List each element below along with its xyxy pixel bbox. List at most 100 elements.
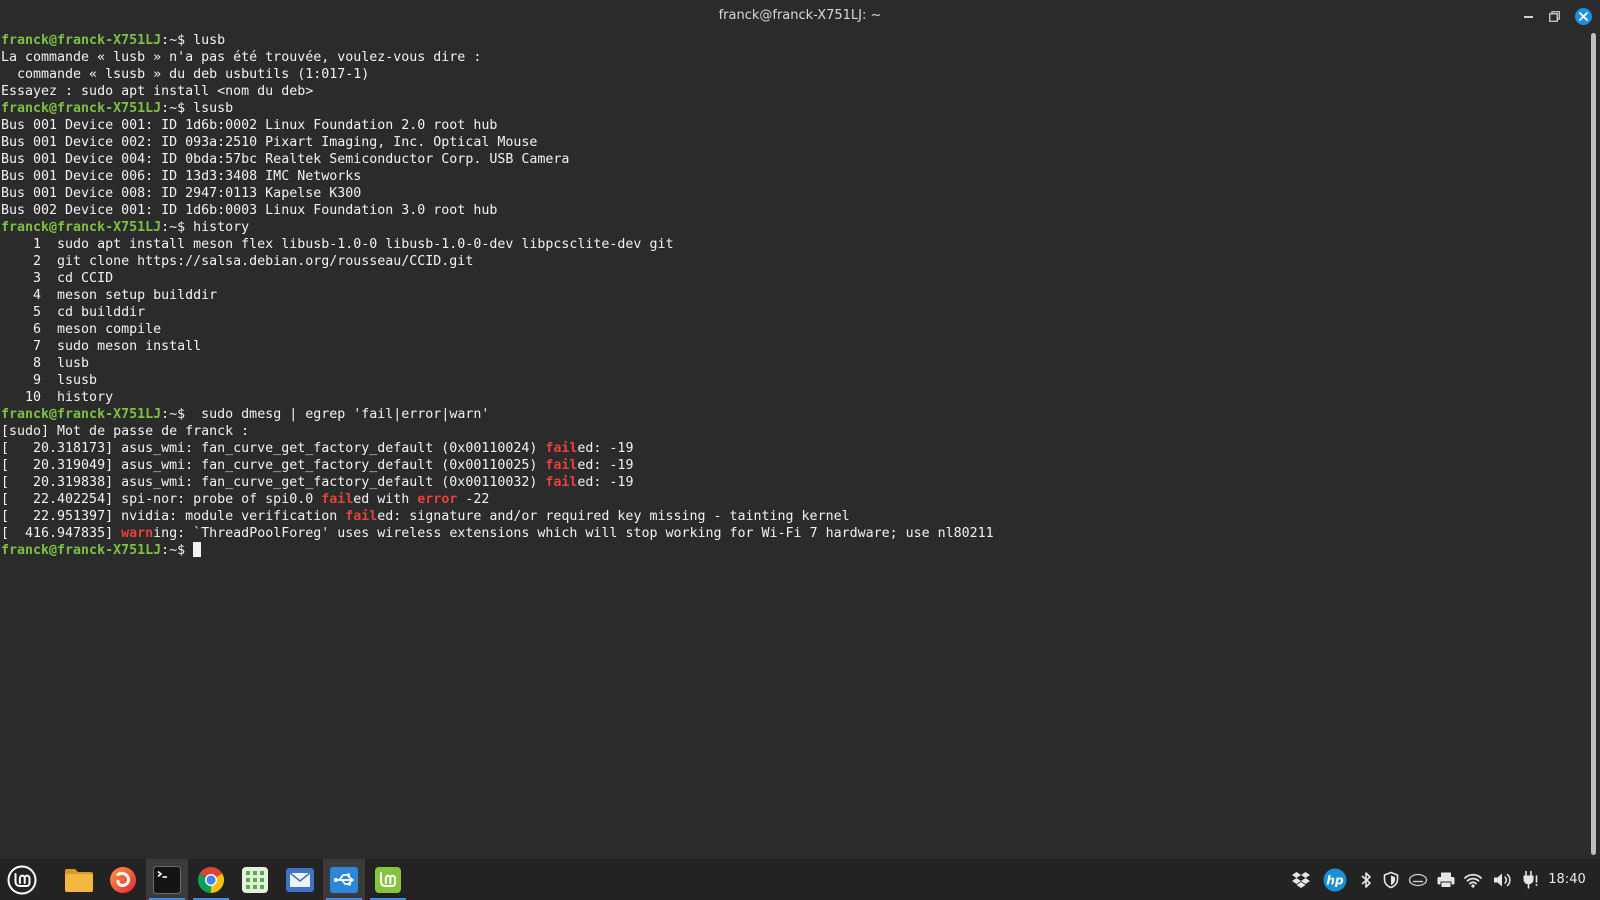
intel-icon bbox=[1408, 873, 1428, 886]
output-line: [ 22.951397] nvidia: module verification… bbox=[1, 508, 1584, 525]
prompt-line: franck@franck-X751LJ:~$ bbox=[1, 542, 1584, 559]
output-text: Essayez : sudo apt install <nom du deb> bbox=[1, 84, 314, 99]
output-line: 8 lusb bbox=[1, 355, 1584, 372]
match-highlight: fail bbox=[321, 492, 354, 507]
output-line: Bus 001 Device 006: ID 13d3:3408 IMC Net… bbox=[1, 168, 1584, 185]
close-button[interactable] bbox=[1574, 0, 1592, 32]
output-line: [ 20.319838] asus_wmi: fan_curve_get_fac… bbox=[1, 474, 1584, 491]
tray-bluetooth[interactable] bbox=[1359, 859, 1373, 900]
output-text: La commande « lusb » n'a pas été trouvée… bbox=[1, 50, 482, 65]
output-line: Bus 001 Device 001: ID 1d6b:0002 Linux F… bbox=[1, 117, 1584, 134]
tray-power[interactable] bbox=[1520, 859, 1540, 900]
minimize-button[interactable] bbox=[1520, 0, 1536, 32]
output-line: Bus 001 Device 008: ID 2947:0113 Kapelse… bbox=[1, 185, 1584, 202]
tray-dropbox[interactable] bbox=[1290, 859, 1312, 900]
hp-icon: hp bbox=[1323, 868, 1347, 891]
mail-icon bbox=[286, 867, 314, 892]
output-line: 5 cd builddir bbox=[1, 304, 1584, 321]
prompt-path: :~$ bbox=[161, 543, 186, 558]
output-text: Bus 001 Device 004: ID 0bda:57bc Realtek… bbox=[1, 152, 570, 167]
output-text: Bus 001 Device 008: ID 2947:0113 Kapelse… bbox=[1, 186, 362, 201]
window-title: franck@franck-X751LJ: ~ bbox=[718, 8, 882, 23]
volume-icon bbox=[1494, 873, 1511, 886]
output-line: 2 git clone https://salsa.debian.org/rou… bbox=[1, 253, 1584, 270]
launcher-chrome[interactable] bbox=[190, 859, 232, 900]
output-text: 6 meson compile bbox=[1, 322, 162, 337]
match-highlight: fail bbox=[545, 441, 578, 456]
output-line: Bus 001 Device 002: ID 093a:2510 Pixart … bbox=[1, 134, 1584, 151]
output-text: [ 22.402254] spi-nor: probe of spi0.0 bbox=[1, 492, 322, 507]
close-icon bbox=[1574, 7, 1592, 25]
tray-shield[interactable] bbox=[1381, 859, 1401, 900]
launcher-mail[interactable] bbox=[279, 859, 321, 900]
terminal-viewport[interactable]: franck@franck-X751LJ:~$ lusb La commande… bbox=[0, 32, 1584, 859]
taskbar: hp 18:40 bbox=[0, 859, 1600, 900]
output-text: ed: signature and/or required key missin… bbox=[377, 509, 850, 524]
prompt-user-host: franck@franck-X751LJ bbox=[1, 543, 162, 558]
command-text: sudo dmesg | egrep 'fail|error|warn' bbox=[185, 407, 490, 422]
menu-button[interactable] bbox=[0, 859, 43, 900]
prompt-path: :~$ bbox=[161, 220, 186, 235]
launcher-terminal[interactable] bbox=[146, 859, 188, 900]
prompt-line: franck@franck-X751LJ:~$ lusb bbox=[1, 32, 1584, 49]
tray-hp[interactable]: hp bbox=[1322, 859, 1348, 900]
launcher-firefox[interactable] bbox=[102, 859, 144, 900]
output-line: La commande « lusb » n'a pas été trouvée… bbox=[1, 49, 1584, 66]
output-text: [sudo] Mot de passe de franck : bbox=[1, 424, 258, 439]
launcher-usb-writer[interactable] bbox=[323, 859, 365, 900]
output-text: 4 meson setup builddir bbox=[1, 288, 218, 303]
match-highlight: error bbox=[417, 492, 458, 507]
prompt-path: :~$ bbox=[161, 101, 186, 116]
output-text: ing: `ThreadPoolForeg' uses wireless ext… bbox=[153, 526, 994, 541]
output-line: commande « lsusb » du deb usbutils (1:01… bbox=[1, 66, 1584, 83]
output-line: [ 20.319049] asus_wmi: fan_curve_get_fac… bbox=[1, 457, 1584, 474]
output-line: Bus 001 Device 004: ID 0bda:57bc Realtek… bbox=[1, 151, 1584, 168]
output-text: [ 20.319838] asus_wmi: fan_curve_get_fac… bbox=[1, 475, 546, 490]
output-line: 3 cd CCID bbox=[1, 270, 1584, 287]
output-text: 10 history bbox=[1, 390, 114, 405]
usb-writer-icon bbox=[330, 866, 358, 893]
output-text: -22 bbox=[457, 492, 490, 507]
output-text: ed: -19 bbox=[577, 458, 634, 473]
launcher-mint-app[interactable] bbox=[367, 859, 409, 900]
output-text: 1 sudo apt install meson flex libusb-1.0… bbox=[1, 237, 674, 252]
output-line: [ 22.402254] spi-nor: probe of spi0.0 fa… bbox=[1, 491, 1584, 508]
output-text: ed with bbox=[353, 492, 418, 507]
launcher-files[interactable] bbox=[58, 859, 100, 900]
output-text: 8 lusb bbox=[1, 356, 90, 371]
power-icon bbox=[1523, 870, 1538, 888]
output-text: Bus 001 Device 002: ID 093a:2510 Pixart … bbox=[1, 135, 538, 150]
prompt-user-host: franck@franck-X751LJ bbox=[1, 101, 162, 116]
output-text: commande « lsusb » du deb usbutils (1:01… bbox=[1, 67, 370, 82]
dropbox-icon bbox=[1292, 871, 1310, 888]
prompt-path: :~$ bbox=[161, 407, 186, 422]
output-text: 7 sudo meson install bbox=[1, 339, 202, 354]
output-text: ed: -19 bbox=[577, 475, 634, 490]
bluetooth-icon bbox=[1361, 871, 1371, 888]
maximize-button[interactable] bbox=[1546, 0, 1562, 32]
prompt-user-host: franck@franck-X751LJ bbox=[1, 33, 162, 48]
launcher-spreadsheet[interactable] bbox=[234, 859, 276, 900]
output-text: [ 20.318173] asus_wmi: fan_curve_get_fac… bbox=[1, 441, 546, 456]
clock[interactable]: 18:40 bbox=[1546, 859, 1588, 900]
tray-volume[interactable] bbox=[1491, 859, 1513, 900]
prompt-path: :~$ bbox=[161, 33, 186, 48]
output-text: [ 416.947835] bbox=[1, 526, 122, 541]
window-titlebar[interactable]: franck@franck-X751LJ: ~ bbox=[0, 0, 1600, 32]
terminal-scrollbar[interactable] bbox=[1591, 33, 1596, 855]
output-line: [sudo] Mot de passe de franck : bbox=[1, 423, 1584, 440]
minimize-icon bbox=[1523, 16, 1533, 18]
command-text: lusb bbox=[185, 33, 226, 48]
prompt-user-host: franck@franck-X751LJ bbox=[1, 220, 162, 235]
match-highlight: fail bbox=[345, 509, 378, 524]
match-highlight: fail bbox=[545, 458, 578, 473]
files-icon bbox=[65, 868, 93, 892]
output-line: Bus 002 Device 001: ID 1d6b:0003 Linux F… bbox=[1, 202, 1584, 219]
spreadsheet-icon bbox=[242, 866, 268, 893]
output-line: [ 416.947835] warning: `ThreadPoolForeg'… bbox=[1, 525, 1584, 542]
text-cursor bbox=[193, 542, 202, 557]
output-line: 9 lsusb bbox=[1, 372, 1584, 389]
tray-intel[interactable] bbox=[1407, 859, 1429, 900]
tray-wifi[interactable] bbox=[1462, 859, 1484, 900]
tray-printer[interactable] bbox=[1435, 859, 1457, 900]
